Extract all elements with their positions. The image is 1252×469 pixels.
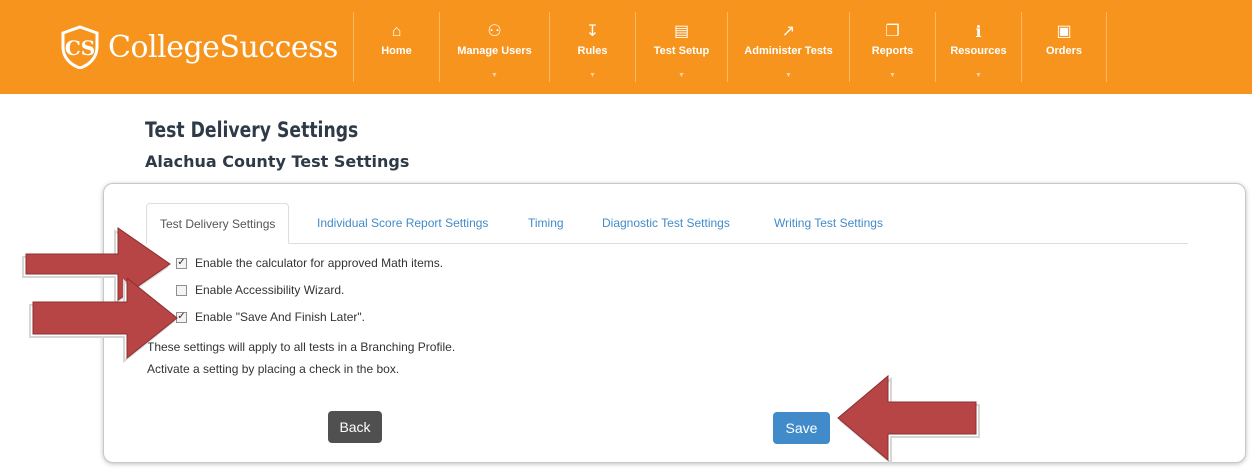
nav-resources[interactable]: i Resources ▼ [935, 12, 1021, 82]
nav-reports[interactable]: ❐ Reports ▼ [849, 12, 935, 82]
nav-home[interactable]: ⌂ Home [353, 12, 439, 82]
settings-tabs: Test Delivery Settings Individual Score … [146, 203, 1188, 244]
tab-diagnostic-test-settings[interactable]: Diagnostic Test Settings [602, 203, 730, 243]
option-calculator: ✓ Enable the calculator for approved Mat… [176, 256, 443, 270]
back-button[interactable]: Back [328, 411, 382, 443]
nav-label: Home [381, 45, 412, 57]
nav-manage-users[interactable]: ⚇ Manage Users ▼ [439, 12, 549, 82]
tab-timing[interactable]: Timing [528, 203, 564, 243]
cart-icon: ▣ [1056, 23, 1072, 40]
caret-down-icon: ▼ [678, 72, 685, 79]
sort-list-icon: ↧ [585, 23, 600, 40]
option-save-and-finish-later: ✓ Enable "Save And Finish Later". [176, 310, 365, 324]
info-icon: i [975, 22, 982, 41]
shield-logo-icon: CS [61, 25, 99, 69]
page-subtitle: Alachua County Test Settings [145, 152, 410, 171]
option-label: Enable the calculator for approved Math … [195, 256, 444, 270]
nav-label: Rules [577, 45, 608, 57]
nav-orders[interactable]: ▣ Orders [1021, 12, 1107, 82]
main-nav: ⌂ Home ⚇ Manage Users ▼ ↧ Rules ▼ ▤ Test… [353, 12, 1107, 82]
nav-label: Reports [871, 45, 914, 57]
annotation-arrow-icon [837, 374, 980, 466]
nav-label: Administer Tests [744, 45, 833, 57]
caret-down-icon: ▼ [589, 72, 596, 79]
info-note: These settings will apply to all tests i… [147, 340, 456, 354]
page-title: Test Delivery Settings [145, 118, 359, 142]
nav-label: Resources [950, 45, 1007, 57]
tab-individual-score-report-settings[interactable]: Individual Score Report Settings [317, 203, 488, 243]
nav-test-setup[interactable]: ▤ Test Setup ▼ [635, 12, 727, 82]
home-icon: ⌂ [391, 23, 402, 40]
external-link-icon: ↗ [781, 23, 796, 40]
nav-label: Test Setup [653, 45, 710, 57]
option-label: Enable Accessibility Wizard. [195, 283, 345, 297]
option-label: Enable "Save And Finish Later". [195, 310, 365, 324]
save-button[interactable]: Save [773, 412, 830, 444]
caret-down-icon: ▼ [785, 72, 792, 79]
caret-down-icon: ▼ [975, 72, 982, 79]
option-accessibility-wizard: Enable Accessibility Wizard. [176, 283, 344, 297]
nav-administer-tests[interactable]: ↗ Administer Tests ▼ [727, 12, 849, 82]
caret-down-icon: ▼ [889, 72, 896, 79]
annotation-arrow-icon [29, 278, 178, 364]
brand-logo[interactable]: CS CollegeSuccess [60, 22, 338, 72]
top-navigation-bar: CS CollegeSuccess ⌂ Home ⚇ Manage Users … [0, 0, 1252, 94]
nav-rules[interactable]: ↧ Rules ▼ [549, 12, 635, 82]
tab-writing-test-settings[interactable]: Writing Test Settings [774, 203, 883, 243]
brand-name: CollegeSuccess [108, 29, 338, 65]
users-icon: ⚇ [487, 23, 502, 40]
nav-label: Manage Users [457, 45, 532, 57]
copy-icon: ❐ [885, 23, 900, 40]
nav-label: Orders [1045, 45, 1083, 57]
caret-down-icon: ▼ [491, 72, 498, 79]
svg-text:CS: CS [65, 36, 95, 60]
book-icon: ▤ [673, 23, 690, 40]
